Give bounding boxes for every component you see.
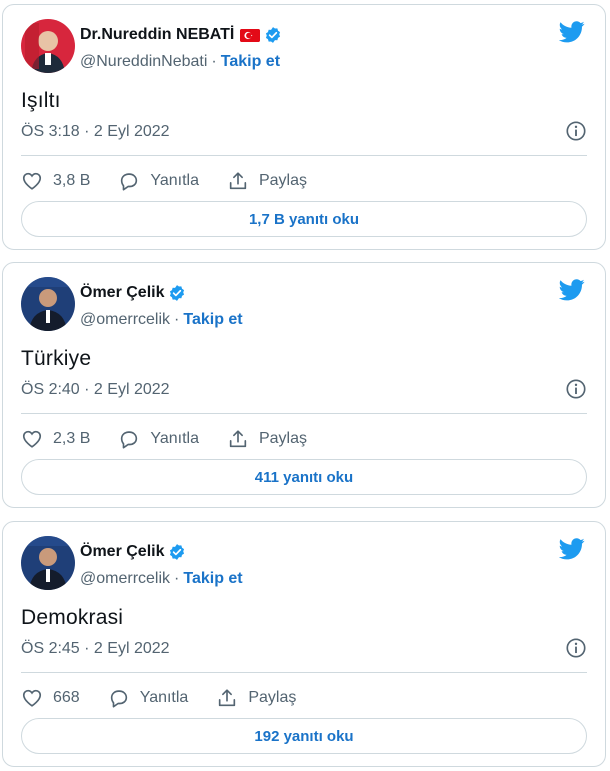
follow-link[interactable]: Takip et — [221, 53, 280, 71]
follow-link[interactable]: Takip et — [183, 570, 242, 588]
reply-button[interactable]: Yanıtla — [108, 687, 189, 709]
like-count: 668 — [53, 689, 80, 706]
tweet-card: Ömer Çelik @omerrcelik · Takip et Türkiy… — [2, 262, 606, 508]
author-handle[interactable]: @omerrcelik — [80, 570, 170, 588]
author-handle[interactable]: @omerrcelik — [80, 311, 170, 329]
read-replies-button[interactable]: 1,7 B yanıtı oku — [21, 201, 587, 237]
heart-icon — [22, 689, 42, 707]
handle-row: @omerrcelik · Takip et — [80, 569, 243, 589]
tweet-timestamp[interactable]: ÖS 3:18 · 2 Eyl 2022 — [21, 123, 170, 141]
info-icon[interactable] — [565, 120, 587, 142]
avatar[interactable] — [21, 19, 75, 73]
twitter-bird-icon[interactable] — [559, 279, 585, 301]
separator-dot: · — [174, 570, 180, 587]
like-count: 2,3 B — [53, 430, 91, 447]
avatar-image — [21, 536, 75, 590]
verified-badge-icon — [170, 285, 185, 301]
follow-link[interactable]: Takip et — [183, 311, 242, 329]
author-name-row[interactable]: Ömer Çelik — [80, 541, 186, 563]
share-icon — [229, 430, 247, 448]
handle-row: @omerrcelik · Takip et — [80, 310, 243, 330]
reply-button[interactable]: Yanıtla — [118, 428, 199, 450]
separator-dot: · — [211, 53, 217, 70]
reply-label: Yanıtla — [150, 172, 199, 189]
reply-bubble-icon — [121, 173, 138, 191]
avatar[interactable] — [21, 536, 75, 590]
share-button[interactable]: Paylaş — [227, 170, 307, 192]
tweet-text: Demokrasi — [21, 606, 124, 629]
action-bar: 668 Yanıtla Paylaş — [21, 684, 324, 712]
share-icon — [229, 172, 247, 190]
like-button[interactable]: 3,8 B — [21, 170, 90, 192]
tweet-timestamp[interactable]: ÖS 2:40 · 2 Eyl 2022 — [21, 381, 170, 399]
tweet-text: Türkiye — [21, 347, 92, 370]
share-label: Paylaş — [258, 172, 308, 189]
author-name-row[interactable]: Ömer Çelik — [80, 282, 186, 304]
tweet-timestamp[interactable]: ÖS 2:45 · 2 Eyl 2022 — [21, 640, 170, 658]
share-label: Paylaş — [248, 689, 297, 706]
tweet-card: Dr.Nureddin NEBATİ @NureddinNebati · Tak… — [2, 4, 606, 250]
like-count: 3,8 B — [53, 172, 91, 189]
author-handle[interactable]: @NureddinNebati — [80, 53, 207, 71]
author-name[interactable]: Ömer Çelik — [80, 284, 164, 302]
share-button[interactable]: Paylaş — [227, 428, 307, 450]
tweet-text: Işıltı — [21, 89, 61, 112]
twitter-bird-icon[interactable] — [559, 21, 585, 43]
like-button[interactable]: 668 — [21, 687, 80, 709]
reply-bubble-icon — [110, 690, 127, 708]
author-name[interactable]: Dr.Nureddin NEBATİ — [80, 26, 234, 44]
avatar[interactable] — [21, 277, 75, 331]
reply-button[interactable]: Yanıtla — [118, 170, 199, 192]
share-icon — [219, 689, 236, 707]
turkey-flag-icon — [240, 28, 261, 42]
heart-icon — [22, 172, 42, 190]
divider — [21, 155, 587, 156]
divider — [21, 413, 587, 414]
read-replies-button[interactable]: 192 yanıtı oku — [21, 718, 587, 754]
reply-label: Yanıtla — [150, 430, 199, 447]
handle-row: @NureddinNebati · Takip et — [80, 52, 280, 72]
reply-label: Yanıtla — [139, 689, 189, 706]
like-button[interactable]: 2,3 B — [21, 428, 90, 450]
info-icon[interactable] — [565, 378, 587, 400]
verified-badge-icon — [266, 27, 281, 43]
tweet-card: Ömer Çelik @omerrcelik · Takip et Demokr… — [2, 521, 606, 767]
verified-badge-icon — [170, 544, 185, 560]
reply-bubble-icon — [121, 431, 138, 449]
action-bar: 2,3 B Yanıtla Paylaş — [21, 425, 335, 453]
avatar-image — [21, 19, 75, 73]
separator-dot: · — [174, 311, 180, 328]
avatar-image — [21, 277, 75, 331]
share-label: Paylaş — [258, 430, 308, 447]
divider — [21, 672, 587, 673]
twitter-bird-icon[interactable] — [559, 538, 585, 560]
author-name[interactable]: Ömer Çelik — [80, 543, 164, 561]
action-bar: 3,8 B Yanıtla Paylaş — [21, 167, 335, 195]
author-name-row[interactable]: Dr.Nureddin NEBATİ — [80, 24, 282, 46]
info-icon[interactable] — [565, 637, 587, 659]
share-button[interactable]: Paylaş — [216, 687, 296, 709]
heart-icon — [22, 430, 42, 448]
read-replies-button[interactable]: 411 yanıtı oku — [21, 459, 587, 495]
